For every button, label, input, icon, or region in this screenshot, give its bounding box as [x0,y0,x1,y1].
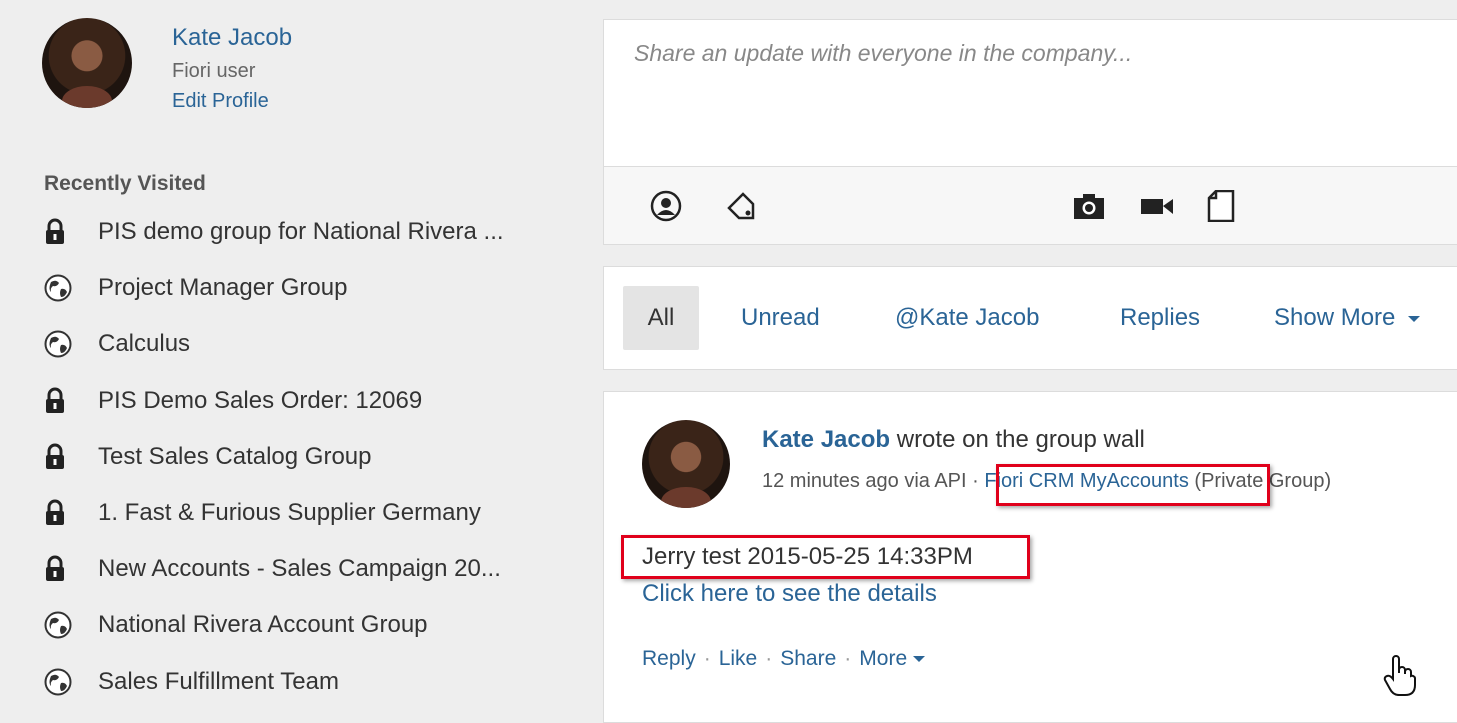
recent-item[interactable]: 1. Fast & Furious Supplier Germany [44,485,564,541]
lock-icon [44,387,98,415]
compose-toolbar [603,166,1457,245]
separator: · [703,647,711,670]
post-header: Kate Jacob wrote on the group wall [762,426,1145,454]
recent-item-label: National Rivera Account Group [98,611,428,639]
post-author-avatar[interactable] [642,420,730,508]
post-action-text: wrote on the group wall [896,426,1145,453]
profile-role: Fiori user [172,60,256,82]
recent-item-label: Sales Fulfillment Team [98,667,339,695]
recent-item-label: Test Sales Catalog Group [98,442,372,470]
edit-profile-link[interactable]: Edit Profile [172,90,269,113]
recent-item[interactable]: New Accounts - Sales Campaign 20... [44,541,564,597]
compose-input[interactable]: Share an update with everyone in the com… [634,40,1132,67]
profile-name[interactable]: Kate Jacob [172,24,292,52]
group-link-highlight-box [996,464,1270,506]
reply-link[interactable]: Reply [642,647,696,670]
tab-replies[interactable]: Replies [1120,286,1200,350]
camera-icon[interactable] [1072,189,1106,223]
mention-icon[interactable] [649,189,683,223]
recent-item-label: PIS demo group for National Rivera ... [98,218,504,246]
recent-item[interactable]: PIS Demo Sales Order: 12069 [44,373,564,429]
more-label: More [859,647,908,670]
lock-icon [44,443,98,471]
recently-visited-title: Recently Visited [44,172,206,195]
recent-item-label: PIS Demo Sales Order: 12069 [98,386,423,414]
tab-all[interactable]: All [623,286,699,350]
recent-item[interactable]: Calculus [44,316,564,372]
globe-icon [44,668,98,696]
separator: · [844,647,852,670]
compose-panel[interactable]: Share an update with everyone in the com… [603,19,1457,167]
lock-icon [44,499,98,527]
hand-cursor-icon [1383,655,1417,702]
feed-post: Kate Jacob wrote on the group wall 12 mi… [603,391,1457,723]
tab-unread[interactable]: Unread [741,286,820,350]
lock-icon [44,218,98,246]
globe-icon [44,274,98,302]
show-more-label: Show More [1274,304,1396,331]
post-author-link[interactable]: Kate Jacob [762,426,890,453]
tab-show-more[interactable]: Show More [1274,286,1421,350]
caret-down-icon [913,656,926,663]
video-icon[interactable] [1140,189,1174,223]
recent-item[interactable]: National Rivera Account Group [44,597,564,653]
recent-item[interactable]: Sales Fulfillment Team [44,654,564,710]
lock-icon [44,555,98,583]
tag-icon[interactable] [724,189,758,223]
globe-icon [44,330,98,358]
recent-item-label: New Accounts - Sales Campaign 20... [98,555,501,583]
recent-item-label: Project Manager Group [98,274,348,302]
recent-item-label: Calculus [98,330,191,358]
avatar[interactable] [42,18,132,108]
like-link[interactable]: Like [719,647,758,670]
post-actions: Reply · Like · Share · More [642,647,926,671]
recent-item[interactable]: Test Sales Catalog Group [44,429,564,485]
recent-item-label: 1. Fast & Furious Supplier Germany [98,499,481,527]
globe-icon [44,611,98,639]
recent-item[interactable]: PIS demo group for National Rivera ... [44,204,564,260]
recent-item[interactable]: Project Manager Group [44,260,564,316]
tab-mentions[interactable]: @Kate Jacob [895,286,1039,350]
post-details-link[interactable]: Click here to see the details [642,580,937,608]
file-icon[interactable] [1204,189,1238,223]
feed-filter-bar: All Unread @Kate Jacob Replies Show More [603,266,1457,370]
post-timestamp: 12 minutes ago via API · [762,470,979,492]
recently-visited-list: PIS demo group for National Rivera ... P… [44,204,564,710]
caret-down-icon [1408,315,1421,322]
more-link[interactable]: More [859,647,926,670]
post-text-highlight-box [621,535,1030,579]
separator: · [765,647,773,670]
share-link[interactable]: Share [780,647,836,670]
